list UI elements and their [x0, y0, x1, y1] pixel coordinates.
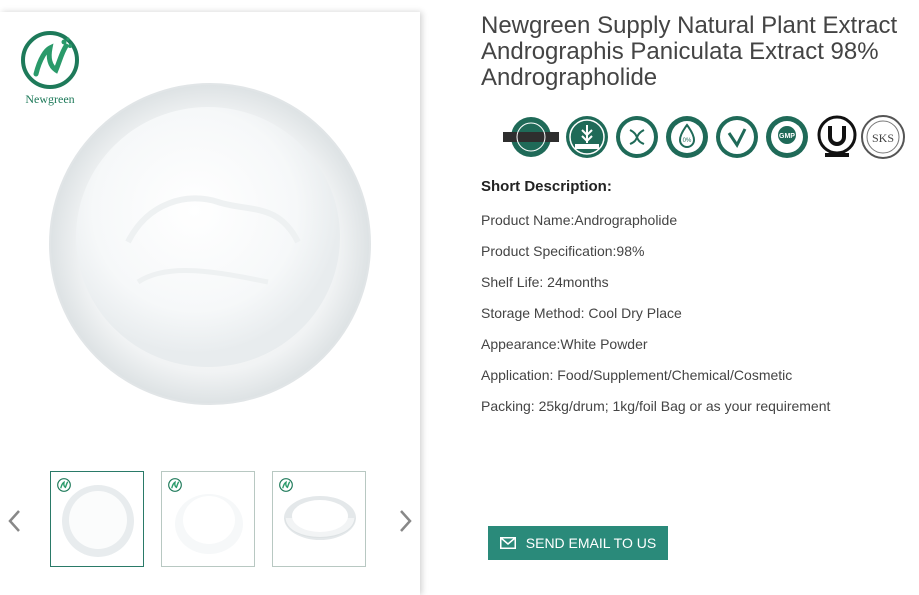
spec-product-specification: Product Specification:98% [481, 243, 645, 259]
spec-appearance: Appearance:White Powder [481, 336, 648, 352]
product-gallery: Newgreen [0, 12, 420, 595]
gmo-free-icon [616, 116, 658, 158]
spec-storage-method: Storage Method: Cool Dry Place [481, 305, 682, 321]
spec-application: Application: Food/Supplement/Chemical/Co… [481, 367, 793, 383]
kosher-u-icon [817, 115, 857, 157]
thumbnail-1[interactable] [50, 471, 144, 567]
send-email-label: SEND EMAIL TO US [525, 535, 657, 551]
main-product-image[interactable] [48, 82, 372, 406]
thumbnail-3[interactable] [272, 471, 366, 567]
spec-packing: Packing: 25kg/drum; 1kg/foil Bag or as y… [481, 398, 831, 414]
chevron-right-icon [400, 510, 412, 532]
spec-shelf-life: Shelf Life: 24months [481, 274, 609, 290]
gmp-certified-icon: GMP [766, 116, 808, 158]
spec-list: Product Name:Andrographolide Product Spe… [481, 211, 830, 428]
thumbnail-2[interactable] [161, 471, 255, 567]
short-description-heading: Short Description: [481, 178, 612, 195]
product-title: Newgreen Supply Natural Plant Extract An… [481, 12, 898, 91]
no-preservatives-icon: 0% [666, 116, 708, 158]
powder-dish-image [284, 496, 356, 540]
next-image-button[interactable] [395, 506, 415, 536]
send-email-button[interactable]: SEND EMAIL TO US [488, 526, 668, 560]
svg-text:0%: 0% [683, 138, 692, 144]
newgreen-logo-icon [21, 31, 79, 89]
powder-pile-image [175, 494, 243, 554]
chevron-left-icon [8, 510, 20, 532]
prev-image-button[interactable] [5, 506, 25, 536]
gluten-free-icon [566, 116, 608, 158]
svg-text:SKS: SKS [872, 131, 894, 145]
spec-product-name: Product Name:Andrographolide [481, 212, 678, 228]
svg-text:GMP: GMP [779, 133, 795, 140]
natural-ingredients-icon [503, 117, 559, 157]
envelope-icon [499, 537, 516, 549]
vegan-friendly-icon [716, 116, 758, 158]
kosher-sks-icon: SKS [861, 115, 905, 159]
powder-bowl-image [62, 485, 134, 557]
